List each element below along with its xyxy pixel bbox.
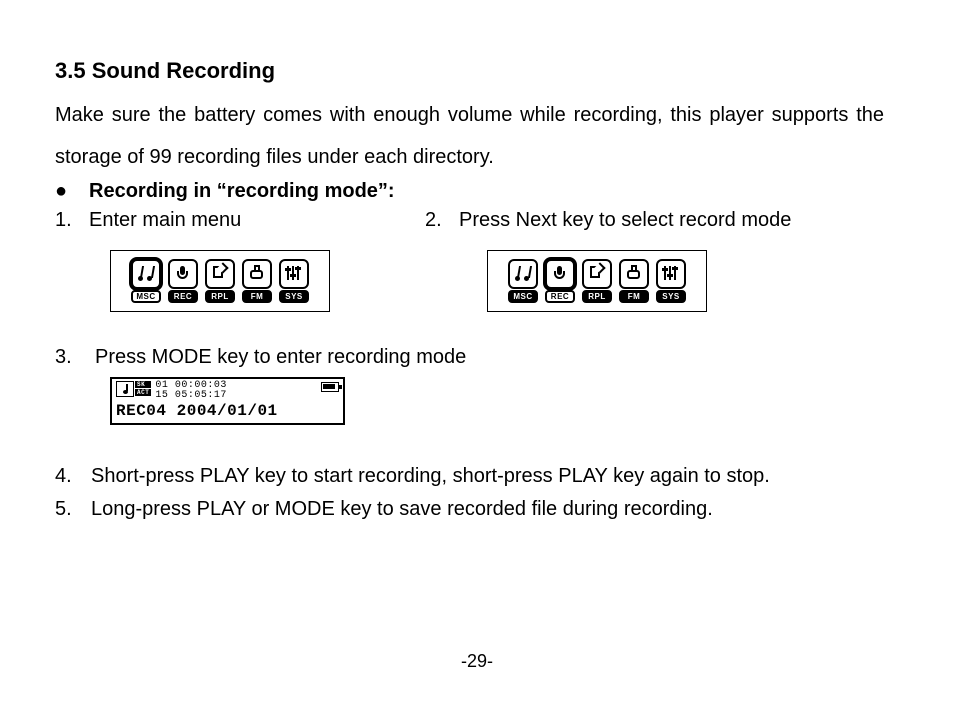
- mic-icon: [174, 265, 192, 283]
- menu-sys-label: SYS: [279, 290, 309, 303]
- menu-rec: REC: [166, 259, 200, 303]
- section-heading: 3.5 Sound Recording: [55, 58, 884, 84]
- badge-bottom: ACT: [135, 389, 151, 396]
- bullet-dot-icon: ●: [55, 180, 89, 203]
- menu2-fm: FM: [617, 259, 651, 303]
- step-4: 4. Short-press PLAY key to start recordi…: [55, 465, 884, 488]
- section-number: 3.5: [55, 58, 86, 83]
- step-4-text: Short-press PLAY key to start recording,…: [91, 465, 770, 488]
- recording-mode-screenshot: SK ACT 01 00:00:03 15 05:05:17 REC04 200…: [110, 377, 345, 425]
- record-timers: 01 00:00:03 15 05:05:17: [155, 381, 317, 401]
- step-5-text: Long-press PLAY or MODE key to save reco…: [91, 498, 713, 521]
- menu2-rec: REC: [543, 259, 577, 303]
- record-badge: SK ACT: [135, 381, 151, 397]
- menus-row: MSC REC RPL FM SYS: [55, 242, 884, 312]
- page-number: -29-: [0, 651, 954, 672]
- step-3-text: Press MODE key to enter recording mode: [95, 346, 466, 369]
- menu-rpl: RPL: [203, 259, 237, 303]
- replay-icon: [588, 265, 606, 283]
- record-icons: SK ACT: [116, 381, 151, 397]
- record-date: 2004/01/01: [177, 402, 278, 420]
- main-menu-rec-selected-screenshot: MSC REC RPL FM SYS: [487, 250, 707, 312]
- menu2-sys-label: SYS: [656, 290, 686, 303]
- menu2-rec-label: REC: [545, 290, 575, 303]
- menu-rec-label: REC: [168, 290, 198, 303]
- bullet-heading: Recording in “recording mode”:: [89, 180, 395, 203]
- step-1: 1. Enter main menu: [55, 209, 425, 232]
- intro-paragraph: Make sure the battery comes with enough …: [55, 94, 884, 178]
- step-3-number: 3.: [55, 346, 95, 369]
- menu2-msc-label: MSC: [508, 290, 538, 303]
- manual-page: 3.5 Sound Recording Make sure the batter…: [0, 0, 954, 702]
- step-2-text: Press Next key to select record mode: [459, 209, 791, 232]
- step-2-number: 2.: [425, 209, 459, 232]
- menu-rpl-label: RPL: [205, 290, 235, 303]
- step-2: 2. Press Next key to select record mode: [425, 209, 884, 232]
- replay-icon: [211, 265, 229, 283]
- menu2-sys: SYS: [654, 259, 688, 303]
- record-bottom-row: REC04 2004/01/01: [116, 401, 339, 421]
- step-5-number: 5.: [55, 498, 91, 521]
- step-1-number: 1.: [55, 209, 89, 232]
- menu-fm-label: FM: [242, 290, 272, 303]
- main-menu-screenshot: MSC REC RPL FM SYS: [110, 250, 330, 312]
- bullet-heading-row: ● Recording in “recording mode”:: [55, 180, 884, 203]
- mic-icon: [551, 265, 569, 283]
- menu2-fm-label: FM: [619, 290, 649, 303]
- menu-sys: SYS: [277, 259, 311, 303]
- step-4-number: 4.: [55, 465, 91, 488]
- radio-icon: [625, 265, 643, 283]
- steps-1-2-row: 1. Enter main menu 2. Press Next key to …: [55, 209, 884, 232]
- music-icon: [514, 265, 532, 283]
- radio-icon: [248, 265, 266, 283]
- step-5: 5. Long-press PLAY or MODE key to save r…: [55, 498, 884, 521]
- settings-icon: [662, 265, 680, 283]
- step-1-text: Enter main menu: [89, 209, 241, 232]
- note-icon: [116, 381, 134, 397]
- step-3: 3. Press MODE key to enter recording mod…: [55, 346, 884, 369]
- menu-2-wrap: MSC REC RPL FM SYS: [425, 242, 884, 312]
- record-top-row: SK ACT 01 00:00:03 15 05:05:17: [116, 381, 339, 401]
- record-filename: REC04: [116, 402, 167, 420]
- menu-msc: MSC: [129, 259, 163, 303]
- music-icon: [137, 265, 155, 283]
- menu-1-wrap: MSC REC RPL FM SYS: [55, 242, 425, 312]
- badge-top: SK: [135, 381, 151, 388]
- settings-icon: [285, 265, 303, 283]
- battery-icon: [321, 382, 339, 392]
- menu2-rpl-label: RPL: [582, 290, 612, 303]
- section-title: Sound Recording: [92, 58, 275, 83]
- steps-4-5: 4. Short-press PLAY key to start recordi…: [55, 465, 884, 521]
- menu2-rpl: RPL: [580, 259, 614, 303]
- menu2-msc: MSC: [506, 259, 540, 303]
- menu-msc-label: MSC: [131, 290, 161, 303]
- menu-fm: FM: [240, 259, 274, 303]
